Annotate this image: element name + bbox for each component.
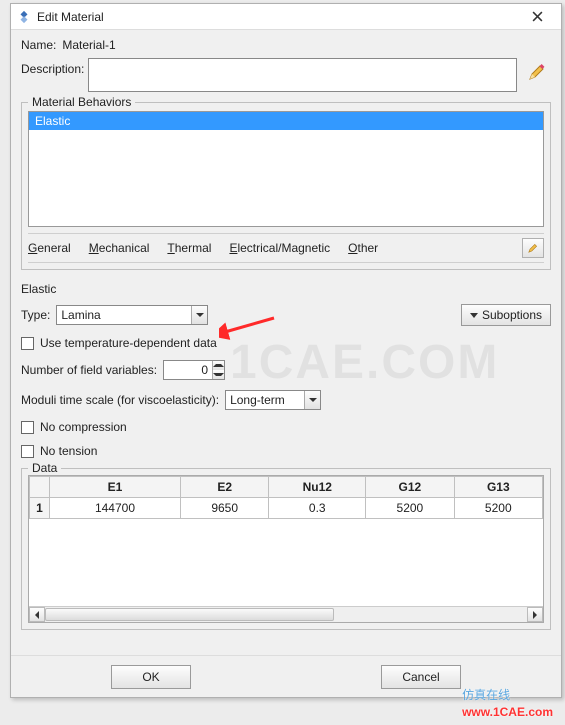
scroll-left-button[interactable] (29, 607, 45, 622)
name-label: Name: (21, 38, 56, 52)
window-title: Edit Material (37, 10, 519, 24)
row-header-blank (30, 477, 50, 498)
no-compression-checkbox[interactable] (21, 421, 34, 434)
type-label: Type: (21, 308, 50, 322)
col-e1[interactable]: E1 (50, 477, 181, 498)
col-g13[interactable]: G13 (454, 477, 542, 498)
no-tension-checkbox[interactable] (21, 445, 34, 458)
scroll-right-button[interactable] (527, 607, 543, 622)
temp-dependent-label: Use temperature-dependent data (40, 336, 217, 350)
close-button[interactable] (519, 6, 555, 28)
spin-down-button[interactable] (213, 370, 224, 379)
delete-behavior-button[interactable] (522, 238, 544, 258)
list-item[interactable]: Elastic (29, 112, 543, 130)
field-vars-label: Number of field variables: (21, 363, 157, 377)
cell[interactable]: 5200 (366, 498, 454, 519)
cell[interactable]: 5200 (454, 498, 542, 519)
chevron-down-icon[interactable] (191, 306, 207, 324)
name-value: Material-1 (62, 38, 115, 52)
row-number: 1 (30, 498, 50, 519)
field-vars-stepper[interactable] (163, 360, 225, 380)
material-behaviors-list[interactable]: Elastic (28, 111, 544, 227)
type-select[interactable]: Lamina (56, 305, 208, 325)
elastic-section-title: Elastic (21, 282, 551, 296)
col-nu12[interactable]: Nu12 (269, 477, 366, 498)
description-input[interactable] (88, 58, 517, 92)
description-label: Description: (21, 58, 84, 76)
moduli-select[interactable]: Long-term (225, 390, 321, 410)
menu-mechanical[interactable]: Mechanical (89, 241, 150, 255)
moduli-label: Moduli time scale (for viscoelasticity): (21, 393, 219, 407)
horizontal-scrollbar[interactable] (29, 606, 543, 622)
data-group: Data E1 E2 Nu12 G12 G13 (21, 468, 551, 630)
col-e2[interactable]: E2 (180, 477, 268, 498)
data-table[interactable]: E1 E2 Nu12 G12 G13 1 144700 9650 0.3 (29, 476, 543, 519)
data-table-wrap: E1 E2 Nu12 G12 G13 1 144700 9650 0.3 (28, 475, 544, 623)
col-g12[interactable]: G12 (366, 477, 454, 498)
menu-thermal[interactable]: Thermal (167, 241, 211, 255)
app-icon (17, 10, 31, 24)
watermark-brand: 仿真在线 www.1CAE.com (462, 686, 553, 719)
no-tension-label: No tension (40, 444, 97, 458)
material-behaviors-group: Material Behaviors Elastic General Mecha… (21, 102, 551, 270)
edit-description-button[interactable] (523, 58, 551, 86)
type-value: Lamina (61, 308, 100, 322)
temp-dependent-checkbox[interactable] (21, 337, 34, 350)
titlebar[interactable]: Edit Material (11, 4, 561, 30)
chevron-down-icon[interactable] (304, 391, 320, 409)
spin-up-button[interactable] (213, 361, 224, 370)
ok-button[interactable]: OK (111, 665, 191, 689)
menu-electrical-magnetic[interactable]: Electrical/Magnetic (229, 241, 330, 255)
material-behaviors-legend: Material Behaviors (28, 95, 135, 109)
edit-material-dialog: Edit Material Name: Material-1 Descripti… (10, 3, 562, 698)
data-legend: Data (28, 461, 61, 475)
cancel-button[interactable]: Cancel (381, 665, 461, 689)
menu-other[interactable]: Other (348, 241, 378, 255)
cell[interactable]: 0.3 (269, 498, 366, 519)
menu-general[interactable]: General (28, 241, 71, 255)
no-compression-label: No compression (40, 420, 127, 434)
triangle-down-icon (470, 313, 478, 318)
table-row[interactable]: 1 144700 9650 0.3 5200 5200 (30, 498, 543, 519)
suboptions-button[interactable]: Suboptions (461, 304, 551, 326)
moduli-value: Long-term (230, 393, 285, 407)
cell[interactable]: 144700 (50, 498, 181, 519)
field-vars-input[interactable] (164, 361, 212, 379)
scroll-thumb[interactable] (45, 608, 334, 621)
scroll-track[interactable] (45, 607, 527, 622)
cell[interactable]: 9650 (180, 498, 268, 519)
behavior-menubar: General Mechanical Thermal Electrical/Ma… (28, 233, 544, 263)
